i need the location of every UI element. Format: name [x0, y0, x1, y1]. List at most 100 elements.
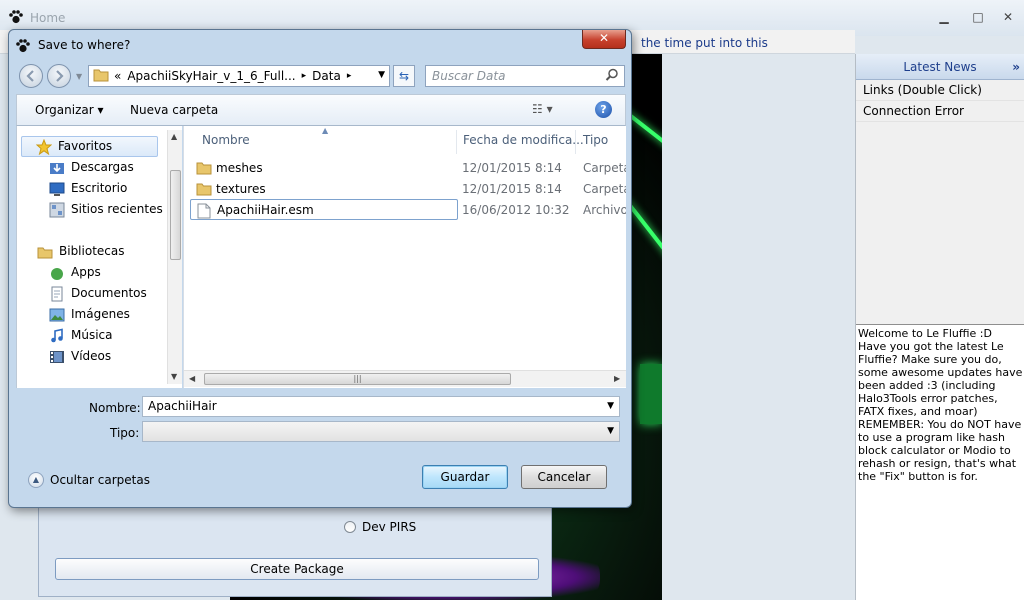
filetype-dropdown-icon[interactable]: ▼	[607, 426, 614, 436]
forward-arrow-icon	[56, 70, 64, 82]
column-header-type[interactable]: Tipo	[583, 133, 608, 155]
create-package-button[interactable]: Create Package	[55, 558, 539, 580]
address-overflow[interactable]: «	[114, 69, 121, 83]
nav-item-label: Sitios recientes	[71, 202, 163, 216]
close-button[interactable]: ✕	[1000, 10, 1016, 24]
save-dialog: Save to where? ✕ ▼ « ApachiiSkyHair_v_1_…	[8, 29, 632, 508]
dialog-title: Save to where?	[38, 38, 131, 52]
dev-pirs-radio[interactable]	[344, 521, 356, 533]
filename-input[interactable]: ApachiiHair ▼	[142, 396, 620, 417]
nav-pane-scrollbar[interactable]: ▲ ▼	[167, 130, 182, 384]
scroll-down-icon[interactable]: ▼	[171, 372, 177, 381]
new-folder-button[interactable]: Nueva carpeta	[130, 103, 218, 117]
nav-item-label: Escritorio	[71, 181, 128, 195]
main-window-title: Home	[30, 11, 66, 25]
news-header-label: Latest News	[903, 60, 977, 74]
scroll-up-icon[interactable]: ▲	[171, 132, 177, 141]
desktop-icon	[49, 181, 65, 197]
refresh-icon: ⇆	[398, 69, 410, 83]
nav-item-label: Favoritos	[58, 139, 113, 153]
navigation-pane: Favoritos Descargas Escritorio Sitios re…	[16, 126, 182, 388]
refresh-button[interactable]: ⇆	[393, 65, 415, 87]
file-row[interactable]: textures 12/01/2015 8:14 Carpeta d	[190, 179, 626, 200]
help-icon[interactable]: ?	[595, 101, 612, 118]
file-name: ApachiiHair.esm	[217, 203, 314, 217]
news-ticker: the time put into this	[641, 36, 768, 50]
history-dropdown-icon[interactable]: ▼	[76, 72, 82, 81]
hide-folders-toggle[interactable]: ▲ Ocultar carpetas	[28, 472, 150, 488]
music-icon	[49, 328, 65, 344]
news-item-status[interactable]: Connection Error	[856, 101, 1024, 122]
nav-item-imagenes[interactable]: Imágenes	[49, 304, 130, 325]
nav-item-documentos[interactable]: Documentos	[49, 283, 147, 304]
search-input[interactable]: Buscar Data	[425, 65, 625, 87]
filetype-select[interactable]: ▼	[142, 421, 620, 442]
nav-item-favoritos[interactable]: Favoritos	[21, 136, 158, 157]
column-divider[interactable]	[456, 130, 457, 154]
scroll-left-icon[interactable]: ◀	[189, 374, 195, 383]
filename-label: Nombre:	[89, 401, 141, 415]
breadcrumb-separator-icon[interactable]: ▸	[302, 71, 307, 81]
nav-item-musica[interactable]: Música	[49, 325, 113, 346]
nav-item-escritorio[interactable]: Escritorio	[49, 178, 127, 199]
nav-item-videos[interactable]: Vídeos	[49, 346, 111, 367]
nav-item-descargas[interactable]: Descargas	[49, 157, 134, 178]
maximize-button[interactable]: □	[970, 10, 986, 24]
dev-pirs-label: Dev PIRS	[362, 520, 417, 534]
save-button[interactable]: Guardar	[422, 465, 508, 489]
chevron-up-icon: ▲	[28, 472, 44, 488]
breadcrumb-separator-icon[interactable]: ▸	[347, 71, 352, 81]
libraries-icon	[37, 244, 53, 260]
breadcrumb-item[interactable]: Data	[312, 69, 341, 83]
file-row[interactable]: meshes 12/01/2015 8:14 Carpeta d	[190, 158, 626, 179]
filename-value: ApachiiHair	[148, 399, 217, 413]
file-date: 12/01/2015 8:14	[462, 182, 562, 196]
view-options-icon[interactable]: ☷ ▾	[532, 102, 553, 116]
search-icon	[605, 68, 619, 85]
filename-dropdown-icon[interactable]: ▼	[607, 401, 614, 411]
sort-ascending-icon: ▲	[322, 126, 329, 135]
paw-logo-icon	[8, 9, 24, 28]
address-bar[interactable]: « ApachiiSkyHair_v_1_6_Full... ▸ Data ▸ …	[88, 65, 390, 87]
filetype-label: Tipo:	[110, 426, 140, 440]
minimize-button[interactable]: ▁	[936, 10, 952, 24]
column-header-date[interactable]: Fecha de modifica...	[463, 133, 584, 155]
address-dropdown-icon[interactable]: ▼	[378, 70, 385, 80]
scrollbar-thumb[interactable]: |||	[204, 373, 511, 385]
apps-icon	[49, 265, 65, 281]
organize-menu-button[interactable]: Organizar ▾	[35, 103, 104, 117]
news-item-links[interactable]: Links (Double Click)	[856, 80, 1024, 101]
column-divider[interactable]	[575, 130, 576, 154]
file-date: 16/06/2012 10:32	[462, 203, 570, 217]
back-arrow-icon	[26, 70, 34, 82]
nav-item-bibliotecas[interactable]: Bibliotecas	[37, 241, 124, 262]
nav-item-label: Descargas	[71, 160, 134, 174]
dialog-titlebar[interactable]: Save to where? ✕	[9, 30, 631, 60]
forward-button[interactable]	[47, 64, 71, 88]
collapse-chevron-icon[interactable]: »	[1012, 54, 1020, 80]
news-header: Latest News »	[856, 54, 1024, 80]
nav-item-label: Imágenes	[71, 307, 130, 321]
file-list-scrollbar[interactable]: ◀ ||| ▶	[184, 370, 626, 387]
nav-item-label: Vídeos	[71, 349, 112, 363]
nav-item-apps[interactable]: Apps	[49, 262, 101, 283]
dialog-toolbar: Organizar ▾ Nueva carpeta ☷ ▾ ?	[16, 94, 626, 126]
search-placeholder: Buscar Data	[432, 69, 506, 83]
breadcrumb-item[interactable]: ApachiiSkyHair_v_1_6_Full...	[127, 69, 295, 83]
nav-item-label: Apps	[71, 265, 101, 279]
file-row[interactable]: ApachiiHair.esm	[190, 199, 458, 220]
column-header-name[interactable]: Nombre	[202, 133, 250, 155]
dialog-close-button[interactable]: ✕	[582, 30, 626, 49]
cancel-button[interactable]: Cancelar	[521, 465, 607, 489]
file-type: Archivo E	[583, 203, 626, 217]
nav-item-sitios-recientes[interactable]: Sitios recientes	[49, 199, 163, 220]
star-icon	[35, 138, 53, 155]
green-block	[640, 364, 662, 424]
downloads-icon	[49, 160, 65, 176]
back-button[interactable]	[19, 64, 43, 88]
dev-pirs-option[interactable]: Dev PIRS	[344, 520, 416, 534]
pictures-icon	[49, 307, 65, 323]
scrollbar-thumb[interactable]	[170, 170, 181, 260]
scroll-right-icon[interactable]: ▶	[614, 374, 620, 383]
file-type: Carpeta d	[583, 161, 626, 175]
